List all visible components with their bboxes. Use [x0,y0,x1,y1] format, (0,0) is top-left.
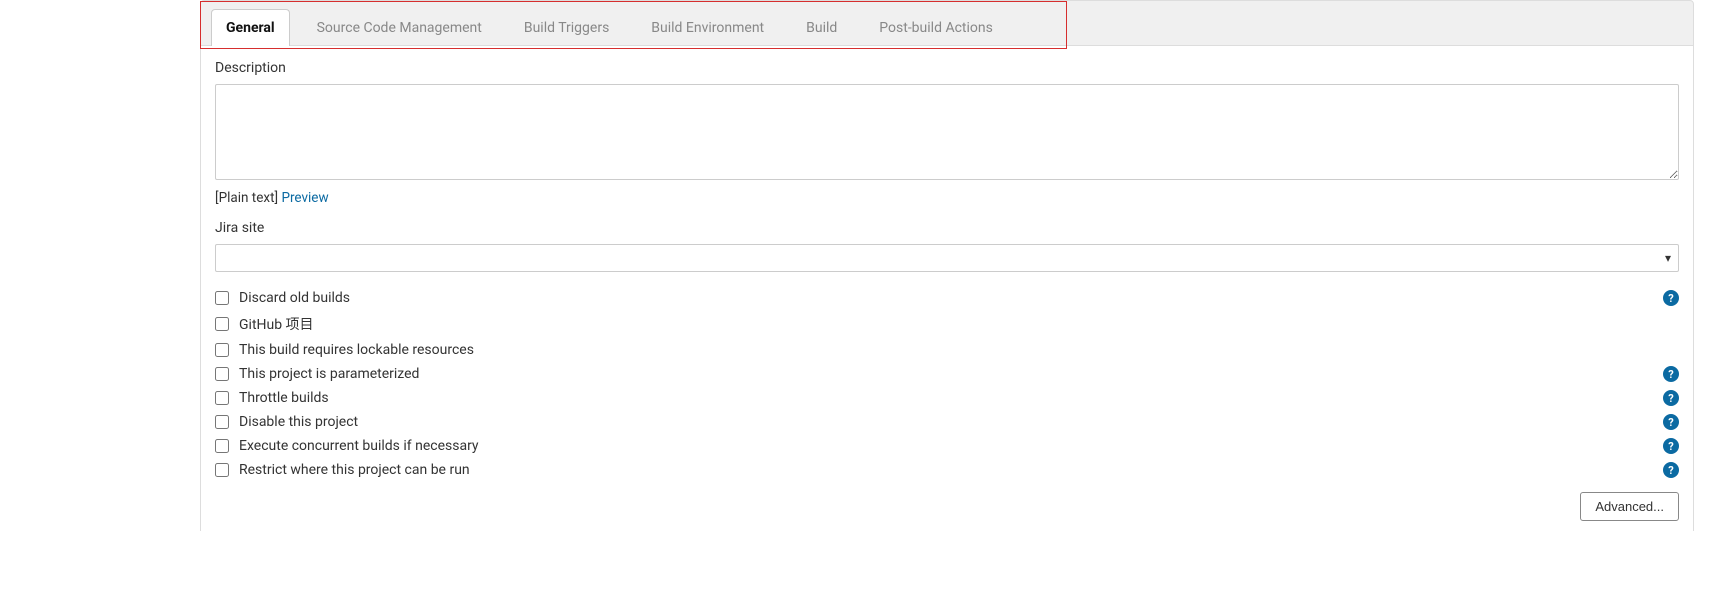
description-label: Description [215,60,1679,76]
description-section: Description [Plain text] Preview [201,46,1693,206]
checkbox-disable-project: Disable this project ? [201,410,1693,434]
jira-site-select[interactable] [215,244,1679,272]
checkbox-input-throttle-builds[interactable] [215,391,229,405]
checkbox-parameterized: This project is parameterized ? [201,362,1693,386]
checkbox-discard-old-builds: Discard old builds ? [201,286,1693,310]
help-icon[interactable]: ? [1663,366,1679,382]
checkbox-label[interactable]: Disable this project [239,414,358,430]
checkbox-label[interactable]: This build requires lockable resources [239,342,474,358]
checkbox-input-concurrent-builds[interactable] [215,439,229,453]
tab-post-build-actions[interactable]: Post-build Actions [864,9,1008,46]
help-icon[interactable]: ? [1663,414,1679,430]
help-icon[interactable]: ? [1663,390,1679,406]
checkbox-label[interactable]: Execute concurrent builds if necessary [239,438,479,454]
checkbox-label[interactable]: GitHub 项目 [239,314,314,334]
checkbox-input-restrict-run[interactable] [215,463,229,477]
tab-build[interactable]: Build [791,9,852,46]
tab-bar: General Source Code Management Build Tri… [200,0,1694,46]
checkbox-github-project: GitHub 项目 [201,310,1693,338]
description-textarea[interactable] [215,84,1679,180]
checkbox-label[interactable]: Restrict where this project can be run [239,462,470,478]
checkbox-input-discard-old-builds[interactable] [215,291,229,305]
checkbox-concurrent-builds: Execute concurrent builds if necessary ? [201,434,1693,458]
checkbox-label[interactable]: Throttle builds [239,390,329,406]
checkbox-restrict-run: Restrict where this project can be run ? [201,458,1693,482]
help-icon[interactable]: ? [1663,438,1679,454]
jira-label: Jira site [215,220,1679,236]
tab-general[interactable]: General [211,9,290,46]
checkbox-input-github-project[interactable] [215,317,229,331]
tab-build-triggers[interactable]: Build Triggers [509,9,624,46]
description-hint: [Plain text] Preview [215,190,1679,206]
checkbox-input-disable-project[interactable] [215,415,229,429]
checkbox-label[interactable]: Discard old builds [239,290,350,306]
help-icon[interactable]: ? [1663,462,1679,478]
checkbox-lockable-resources: This build requires lockable resources [201,338,1693,362]
checkbox-label[interactable]: This project is parameterized [239,366,419,382]
jira-section: Jira site ▾ [201,206,1693,272]
advanced-row: Advanced... [201,482,1693,531]
content-panel: Description [Plain text] Preview Jira si… [200,46,1694,531]
checkbox-input-parameterized[interactable] [215,367,229,381]
tab-build-environment[interactable]: Build Environment [636,9,779,46]
plain-text-indicator: [Plain text] [215,190,278,206]
preview-link[interactable]: Preview [281,190,328,206]
help-icon[interactable]: ? [1663,290,1679,306]
advanced-button[interactable]: Advanced... [1580,492,1679,521]
tab-source-code-management[interactable]: Source Code Management [302,9,497,46]
checkbox-throttle-builds: Throttle builds ? [201,386,1693,410]
checkbox-input-lockable-resources[interactable] [215,343,229,357]
